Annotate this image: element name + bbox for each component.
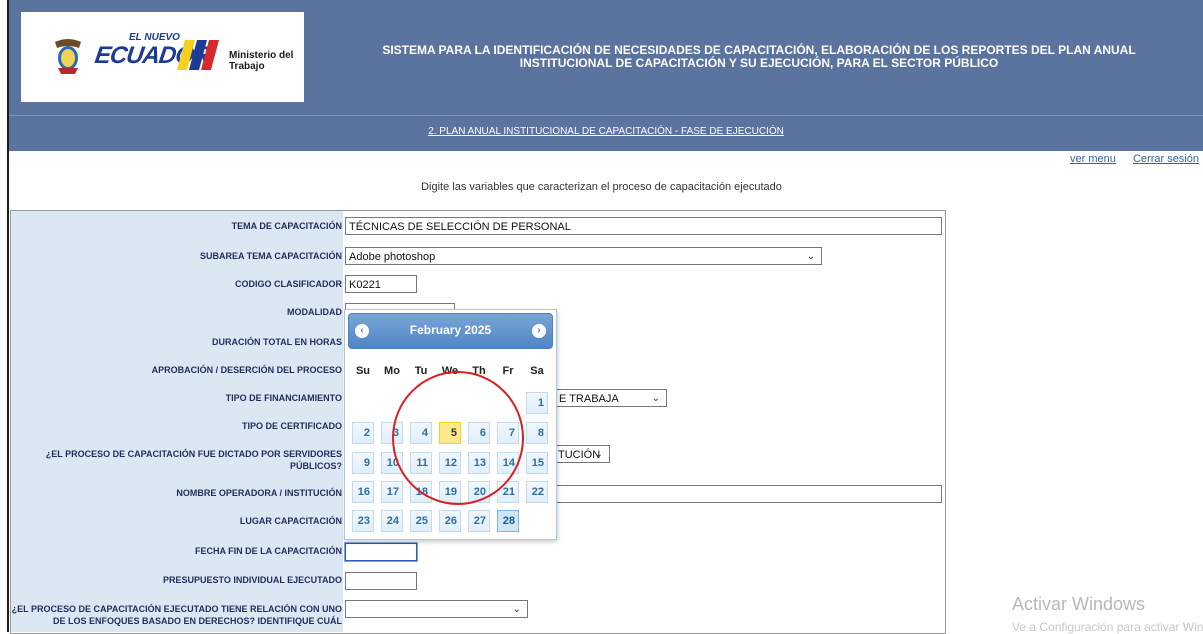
top-links: ver menu Cerrar sesión: [1056, 153, 1199, 165]
datepicker-day[interactable]: 15: [526, 452, 548, 474]
datepicker-day[interactable]: 8: [526, 422, 548, 444]
datepicker-day[interactable]: 9: [352, 452, 374, 474]
next-month-icon[interactable]: ›: [532, 324, 546, 338]
weekday-header: Th: [472, 365, 486, 377]
fecha-fin-input[interactable]: [345, 543, 417, 561]
datepicker-day[interactable]: 20: [468, 481, 490, 503]
aprobacion-label: APROBACIÓN / DESERCIÓN DEL PROCESO: [151, 365, 342, 375]
presupuesto-input[interactable]: [345, 572, 417, 590]
tema-label: TEMA DE CAPACITACIÓN: [231, 221, 342, 231]
flag-bars-icon: [177, 40, 219, 70]
logo-box: EL NUEVO ECUADOR Ministerio del Trabajo: [21, 12, 304, 102]
chevron-down-icon: ⌄: [651, 393, 660, 404]
subarea-select[interactable]: Adobe photoshop ⌄: [345, 247, 822, 265]
datepicker-day[interactable]: 16: [352, 481, 374, 503]
activate-windows-title: Activar Windows: [1012, 594, 1146, 614]
financiamiento-select-value: E TRABAJA: [559, 393, 619, 405]
cerrar-sesion-link[interactable]: Cerrar sesión: [1133, 153, 1199, 165]
datepicker-day[interactable]: 2: [352, 422, 374, 444]
datepicker-day[interactable]: 21: [497, 481, 519, 503]
chevron-down-icon: ⌄: [806, 251, 815, 262]
chevron-down-icon: ⌄: [512, 604, 521, 615]
datepicker-day[interactable]: 27: [468, 510, 490, 532]
instructions-text: Digite las variables que caracterizan el…: [421, 181, 782, 193]
ministry-name: Ministerio del Trabajo: [229, 50, 294, 72]
servidores-label-line2: PÚBLICOS?: [289, 461, 342, 471]
datepicker: ‹ February 2025 › Su Mo Tu We Th Fr Sa 1234567…: [344, 309, 557, 540]
header-banner: EL NUEVO ECUADOR Ministerio del Trabajo …: [9, 0, 1203, 115]
weekday-header: Tu: [414, 365, 428, 377]
servidores-select[interactable]: TUCIÓN ⌄: [555, 445, 610, 463]
financiamiento-select[interactable]: E TRABAJA ⌄: [555, 389, 667, 407]
phase-link[interactable]: 2. PLAN ANUAL INSTITUCIONAL DE CAPACITAC…: [9, 126, 1203, 137]
datepicker-day[interactable]: 6: [468, 422, 490, 444]
duracion-label: DURACIÓN TOTAL EN HORAS: [211, 337, 342, 347]
ver-menu-link[interactable]: ver menu: [1070, 153, 1116, 165]
datepicker-month-title: February 2025: [409, 323, 492, 337]
chevron-down-icon: ⌄: [594, 449, 603, 460]
financiamiento-label: TIPO DE FINANCIAMIENTO: [225, 393, 342, 403]
datepicker-day[interactable]: 4: [410, 422, 432, 444]
codigo-label: CODIGO CLASIFICADOR: [235, 279, 342, 289]
datepicker-day[interactable]: 17: [381, 481, 403, 503]
operadora-input[interactable]: [555, 485, 942, 503]
subarea-label: SUBAREA TEMA CAPACITACIÓN: [200, 251, 342, 261]
presupuesto-label: PRESUPUESTO INDIVIDUAL EJECUTADO: [162, 575, 342, 585]
enfoques-select[interactable]: ⌄: [345, 600, 528, 618]
datepicker-day[interactable]: 7: [497, 422, 519, 444]
codigo-input[interactable]: K0221: [345, 275, 417, 293]
fecha-fin-label: FECHA FIN DE LA CAPACITACIÓN: [195, 546, 342, 556]
servidores-label-line1: ¿EL PROCESO DE CAPACITACIÓN FUE DICTADO …: [45, 449, 342, 459]
datepicker-day[interactable]: 23: [352, 510, 374, 532]
datepicker-day[interactable]: 5: [439, 422, 461, 444]
datepicker-day[interactable]: 22: [526, 481, 548, 503]
datepicker-day[interactable]: 13: [468, 452, 490, 474]
enfoques-label-line2: DE LOS ENFOQUES BASADO EN DERECHOS? IDEN…: [52, 616, 342, 626]
certificado-label: TIPO DE CERTIFICADO: [241, 421, 342, 431]
modalidad-label: MODALIDAD: [287, 307, 342, 317]
phase-bar: 2. PLAN ANUAL INSTITUCIONAL DE CAPACITAC…: [9, 115, 1203, 151]
datepicker-day[interactable]: 26: [439, 510, 461, 532]
datepicker-day[interactable]: 1: [526, 392, 548, 414]
datepicker-day[interactable]: 28: [497, 510, 519, 532]
enfoques-label-line1: ¿EL PROCESO DE CAPACITACIÓN EJECUTADO TI…: [11, 604, 342, 614]
weekday-header: We: [441, 365, 459, 377]
datepicker-day[interactable]: 11: [410, 452, 432, 474]
datepicker-day[interactable]: 14: [497, 452, 519, 474]
datepicker-day[interactable]: 24: [381, 510, 403, 532]
datepicker-header: ‹ February 2025 ›: [348, 313, 553, 349]
weekday-header: Su: [355, 365, 371, 377]
operadora-label: NOMBRE OPERADORA / INSTITUCIÓN: [176, 488, 342, 498]
crest-icon: [55, 39, 81, 74]
datepicker-day[interactable]: 3: [381, 422, 403, 444]
datepicker-day[interactable]: 19: [439, 481, 461, 503]
datepicker-day[interactable]: 10: [381, 452, 403, 474]
lugar-label: LUGAR CAPACITACIÓN: [239, 516, 342, 526]
subarea-select-value: Adobe photoshop: [349, 251, 436, 263]
datepicker-day[interactable]: 18: [410, 481, 432, 503]
weekday-header: Mo: [384, 365, 400, 377]
tema-input[interactable]: TÉCNICAS DE SELECCIÓN DE PERSONAL: [345, 217, 942, 235]
system-title: SISTEMA PARA LA IDENTIFICACIÓN DE NECESI…: [382, 43, 1136, 70]
weekday-header: Sa: [530, 365, 544, 377]
datepicker-day[interactable]: 25: [410, 510, 432, 532]
weekday-header: Fr: [502, 365, 514, 377]
datepicker-day[interactable]: 12: [439, 452, 461, 474]
